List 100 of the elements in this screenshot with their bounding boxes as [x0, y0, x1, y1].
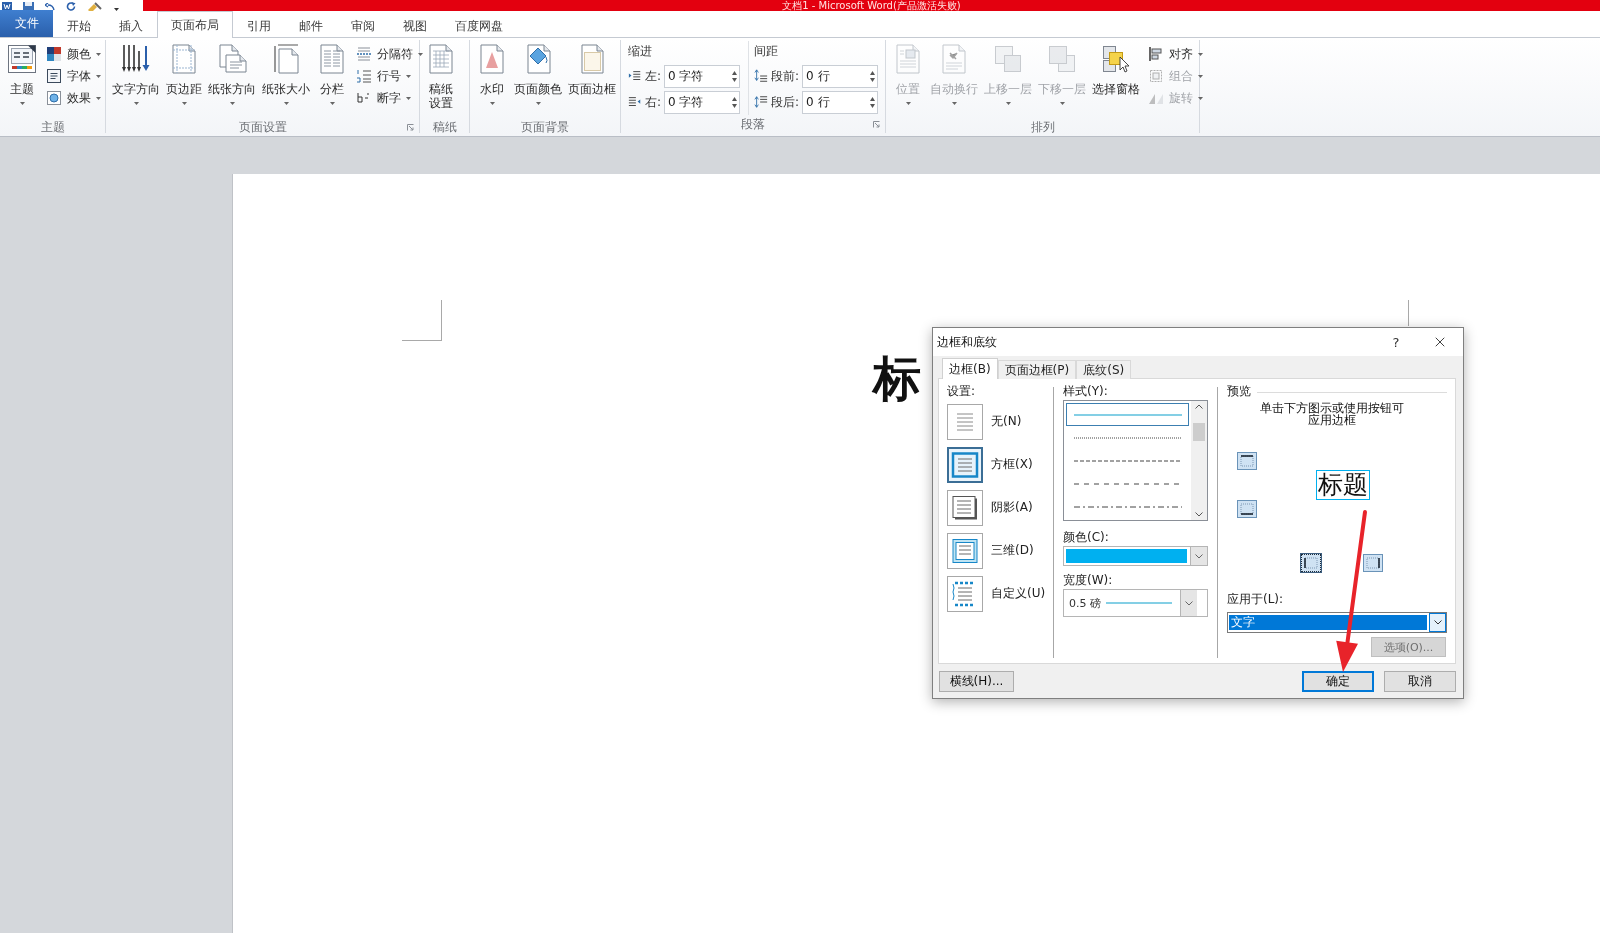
preview-sample: 标题	[1315, 470, 1370, 500]
border-setting-option[interactable]: 无(N)	[947, 400, 1022, 443]
ribbon-button[interactable]: 颜色	[44, 43, 103, 65]
spin-arrows-icon	[870, 70, 876, 82]
ribbon-tab[interactable]: 百度网盘	[441, 13, 517, 38]
field-label: 段前:	[771, 67, 800, 85]
group-label: 页面背景	[521, 119, 569, 136]
undo-icon[interactable]	[45, 3, 55, 11]
border-setting-option[interactable]: 方框(X)	[947, 443, 1033, 486]
ribbon-button[interactable]: 主题	[4, 41, 40, 119]
border-setting-option[interactable]: 三维(D)	[947, 529, 1034, 572]
indent-icon	[628, 69, 642, 83]
scroll-thumb[interactable]	[1193, 422, 1205, 441]
ribbon-button[interactable]: 纸张大小	[260, 41, 312, 119]
width-dropdown[interactable]: 0.5 磅	[1063, 589, 1208, 617]
ribbon-tab[interactable]: 开始	[53, 13, 105, 38]
ribbon-button[interactable]: 页面颜色	[512, 41, 564, 119]
ribbon-button[interactable]: 分栏	[314, 41, 350, 119]
bottom-border-button[interactable]	[1237, 500, 1257, 518]
preview-hint: 单击下方图示或使用按钮可应用边框	[1259, 402, 1405, 426]
dialog-button[interactable]: 取消	[1384, 670, 1456, 692]
ribbon-button[interactable]: 对齐	[1146, 43, 1205, 65]
right-border-button[interactable]	[1363, 554, 1383, 572]
ribbon-tab[interactable]: 插入	[105, 13, 157, 38]
numbered-lines-icon	[356, 68, 372, 84]
redo-icon[interactable]	[66, 2, 76, 11]
stacked-squares-icon	[1046, 43, 1078, 75]
spinner-field[interactable]: 0 字符	[664, 90, 741, 114]
width-label: 宽度(W):	[1063, 573, 1113, 589]
line-sample-icon	[1106, 602, 1172, 604]
group-label: 主题	[40, 119, 65, 136]
ribbon-tab[interactable]: 审阅	[337, 13, 389, 38]
left-border-button[interactable]	[1301, 554, 1321, 572]
ribbon-button[interactable]: 文字方向	[110, 41, 162, 119]
dotted-line-icon	[1073, 436, 1182, 439]
ribbon-button[interactable]: 效果	[44, 87, 103, 109]
framed-page-icon	[6, 43, 38, 75]
ribbon-button[interactable]: 字体	[44, 65, 103, 87]
line-style-option[interactable]	[1066, 403, 1189, 426]
ribbon-button[interactable]: 分隔符	[354, 43, 425, 65]
ribbon-tab[interactable]: 邮件	[285, 13, 337, 38]
border-edge-icon	[1240, 503, 1254, 515]
apply-to-dropdown[interactable]: 文字	[1227, 612, 1447, 633]
scrollbar[interactable]	[1191, 401, 1207, 520]
ribbon-tab[interactable]: 页面布局	[157, 11, 233, 38]
ribbon-button[interactable]: 纸张方向	[206, 41, 258, 119]
field-label: 左:	[645, 67, 662, 85]
dialog-tab[interactable]: 页面边框(P)	[997, 360, 1077, 379]
group-label: 稿纸	[432, 119, 457, 136]
ribbon-tab[interactable]: 引用	[233, 13, 285, 38]
selection-pane-icon	[1100, 43, 1132, 75]
ribbon-button[interactable]: 页边距	[164, 41, 204, 119]
scroll-down-icon[interactable]	[1195, 512, 1203, 517]
color-dropdown[interactable]	[1063, 546, 1208, 566]
ribbon-tab[interactable]: 文件	[0, 10, 53, 37]
dialog-tab[interactable]: 底纹(S)	[1076, 360, 1132, 379]
window-title: 文档1 - Microsoft Word(产品激活失败)	[782, 0, 961, 11]
border-setting-option[interactable]: 自定义(U)	[947, 572, 1046, 615]
align-left-icon	[1148, 46, 1164, 62]
field-label: 段后:	[771, 93, 800, 111]
spinner-field[interactable]: 0 行	[802, 64, 879, 88]
group-label: 页面设置	[238, 119, 287, 136]
spinner-field[interactable]: 0 字符	[664, 64, 741, 88]
border-setting-option[interactable]: 阴影(A)	[947, 486, 1033, 529]
dashed-square-icon	[1148, 68, 1164, 84]
line-style-list[interactable]	[1063, 400, 1208, 521]
help-button[interactable]: ?	[1381, 328, 1411, 356]
indent-icon	[628, 95, 642, 109]
stacked-squares-icon	[992, 43, 1024, 75]
hyphenation-icon	[356, 90, 372, 106]
horizontal-line-button[interactable]: 横线(H)...	[939, 670, 1014, 692]
dialog-button[interactable]: 确定	[1302, 670, 1374, 692]
dialog-launcher-icon[interactable]	[407, 124, 414, 131]
group-label: 排列	[1030, 119, 1055, 136]
ribbon-tab[interactable]: 视图	[389, 13, 441, 38]
spinner-field[interactable]: 0 行	[802, 90, 879, 114]
font-box-icon	[46, 68, 62, 84]
page-break-icon	[356, 46, 372, 62]
dashed-line-icon	[1073, 459, 1182, 462]
spin-arrows-icon	[870, 96, 876, 108]
ribbon-button[interactable]: 断字	[354, 87, 425, 109]
line-spacing-icon	[754, 69, 769, 83]
ribbon-button[interactable]: 页面边框	[566, 41, 618, 119]
brush-icon[interactable]	[87, 2, 103, 11]
dialog-tab[interactable]: 边框(B)	[942, 358, 998, 379]
ribbon-button[interactable]: 行号	[354, 65, 425, 87]
dialog-launcher-icon[interactable]	[873, 120, 880, 128]
border-edge-icon	[1240, 455, 1254, 467]
dash-dot-line-icon	[1073, 505, 1182, 508]
pages-icon	[216, 43, 248, 75]
circle-icon	[46, 90, 62, 106]
preview-label: 预览	[1227, 384, 1251, 400]
top-border-button[interactable]	[1237, 452, 1257, 470]
spin-arrows-icon	[732, 96, 738, 108]
ribbon-button[interactable]: 稿纸设置	[424, 41, 458, 119]
border-edge-icon	[1366, 557, 1380, 569]
ribbon-button[interactable]: 水印	[474, 41, 510, 119]
ribbon-button[interactable]: 选择窗格	[1090, 41, 1142, 119]
scroll-up-icon[interactable]	[1195, 404, 1203, 409]
section-heading: 间距	[754, 43, 780, 60]
